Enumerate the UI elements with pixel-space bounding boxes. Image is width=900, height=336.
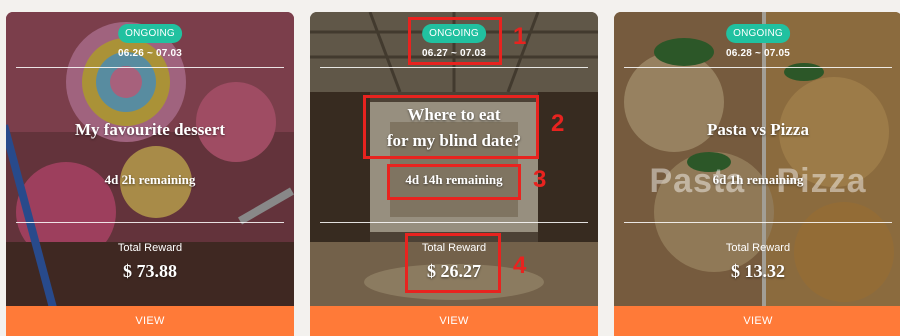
view-button[interactable]: VIEW (310, 306, 598, 336)
status-badge: ONGOING (118, 24, 182, 43)
divider (624, 67, 892, 68)
annotation-number: 3 (533, 166, 547, 193)
divider (16, 222, 284, 223)
annotation-box-status (408, 17, 502, 65)
challenge-card[interactable]: Pasta Pizza ONGOING 06.28 ~ 07.05 Pasta … (614, 12, 900, 336)
divider (320, 222, 588, 223)
annotation-number: 1 (513, 23, 527, 50)
time-remaining: 6d 1h remaining (712, 172, 804, 187)
status-badge: ONGOING (726, 24, 790, 43)
card-title: Pasta vs Pizza (707, 120, 809, 139)
annotation-box-remaining (387, 164, 521, 200)
challenge-card[interactable]: ONGOING 06.26 ~ 07.03 My favourite desse… (6, 12, 294, 336)
reward-label: Total Reward (725, 242, 791, 254)
reward-label: Total Reward (117, 242, 183, 254)
view-button[interactable]: VIEW (6, 306, 294, 336)
annotation-box-reward (405, 233, 501, 293)
annotation-box-title (363, 95, 539, 159)
date-range: 06.26 ~ 07.03 (117, 48, 183, 59)
time-remaining: 4d 2h remaining (104, 172, 196, 187)
view-button[interactable]: VIEW (614, 306, 900, 336)
card-title: My favourite dessert (74, 120, 226, 139)
date-range: 06.28 ~ 07.05 (725, 48, 791, 59)
annotation-number: 2 (551, 110, 565, 137)
reward-value: $ 13.32 (731, 261, 785, 281)
annotation-number: 4 (513, 252, 527, 279)
divider (624, 222, 892, 223)
divider (16, 67, 284, 68)
reward-value: $ 73.88 (123, 261, 177, 281)
divider (320, 67, 588, 68)
